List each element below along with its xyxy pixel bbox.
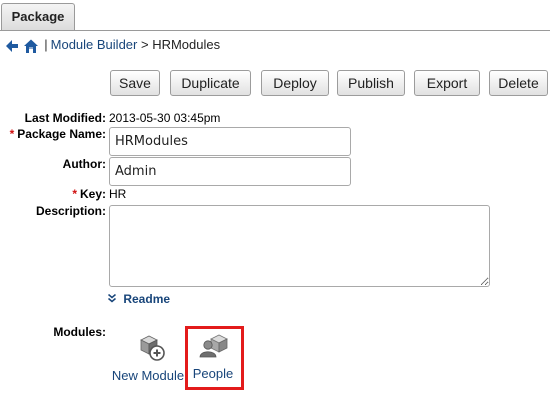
package-name-field[interactable]: HRModules bbox=[109, 127, 351, 156]
new-module-icon bbox=[111, 333, 185, 368]
breadcrumb-current: HRModules bbox=[152, 37, 221, 52]
required-marker: * bbox=[72, 187, 77, 201]
author-field[interactable]: Admin bbox=[109, 157, 351, 186]
double-chevron-down-icon bbox=[108, 292, 119, 306]
people-highlight-box bbox=[185, 326, 244, 390]
key-label-text: Key: bbox=[79, 187, 106, 201]
description-field[interactable] bbox=[109, 205, 490, 287]
modules-label: Modules: bbox=[53, 325, 106, 339]
breadcrumb: | Module Builder > HRModules bbox=[5, 35, 220, 55]
export-button[interactable]: Export bbox=[414, 70, 480, 96]
delete-button[interactable]: Delete bbox=[489, 70, 548, 96]
readme-toggle[interactable]: Readme bbox=[108, 292, 170, 306]
package-name-label: * Package Name: bbox=[10, 127, 106, 141]
package-name-value: HRModules bbox=[115, 134, 188, 149]
author-label: Author: bbox=[62, 157, 106, 171]
home-icon[interactable] bbox=[23, 37, 43, 53]
tab-package[interactable]: Package bbox=[1, 3, 75, 30]
publish-button[interactable]: Publish bbox=[337, 70, 405, 96]
duplicate-button[interactable]: Duplicate bbox=[170, 70, 251, 96]
breadcrumb-separator: | bbox=[44, 37, 48, 52]
package-name-label-text: Package Name: bbox=[17, 127, 106, 141]
required-marker: * bbox=[9, 127, 15, 141]
last-modified-value: 2013-05-30 03:45pm bbox=[109, 111, 221, 125]
new-module-label: New Module bbox=[111, 368, 185, 383]
last-modified-label: Last Modified: bbox=[24, 111, 106, 125]
save-button[interactable]: Save bbox=[110, 70, 160, 96]
readme-label: Readme bbox=[123, 292, 171, 306]
key-value: HR bbox=[109, 187, 127, 201]
breadcrumb-arrow: > bbox=[140, 37, 149, 52]
description-label: Description: bbox=[35, 204, 106, 218]
author-value: Admin bbox=[115, 164, 157, 179]
key-label: * Key: bbox=[72, 187, 106, 201]
back-arrow-icon[interactable] bbox=[5, 37, 23, 52]
new-module-item[interactable]: New Module bbox=[111, 333, 185, 383]
breadcrumb-link-module-builder[interactable]: Module Builder bbox=[51, 37, 138, 52]
tab-bar: Package bbox=[0, 0, 550, 31]
deploy-button[interactable]: Deploy bbox=[261, 70, 329, 96]
